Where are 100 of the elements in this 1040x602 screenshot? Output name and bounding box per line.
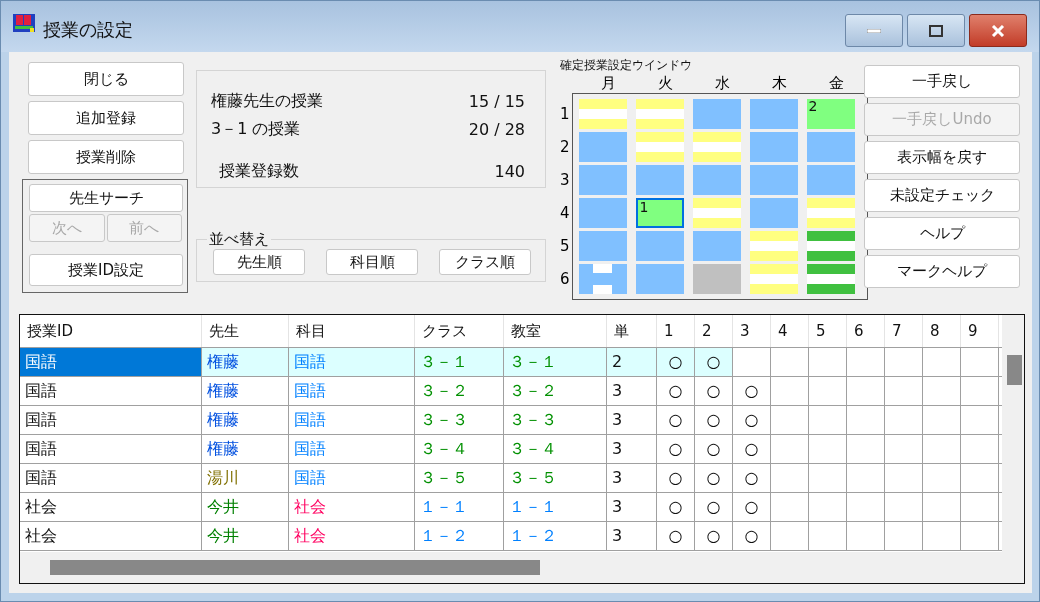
- subject-cell: 国語: [289, 348, 415, 376]
- column-header[interactable]: 5: [809, 315, 847, 347]
- units-cell: 3: [607, 406, 657, 434]
- column-header[interactable]: 1: [657, 315, 695, 347]
- striped-slot[interactable]: [635, 99, 684, 129]
- sort-button[interactable]: 科目順: [326, 249, 418, 275]
- action-button[interactable]: 一手戻し: [864, 65, 1020, 98]
- free-slot[interactable]: [578, 231, 627, 261]
- striped-slot[interactable]: [749, 264, 798, 294]
- column-header[interactable]: 教室: [504, 315, 607, 347]
- striped-slot[interactable]: [749, 231, 798, 261]
- id-cell[interactable]: 国語: [20, 464, 202, 492]
- day-label: 火: [656, 73, 674, 93]
- striped-slot[interactable]: [692, 198, 741, 228]
- mark-cell: ○: [695, 522, 733, 550]
- id-cell[interactable]: 国語: [20, 406, 202, 434]
- scrollbar-thumb[interactable]: [50, 560, 540, 575]
- maximize-button[interactable]: [907, 14, 965, 47]
- id-cell[interactable]: 社会: [20, 493, 202, 521]
- free-slot[interactable]: [749, 165, 798, 195]
- mark-cell: ○: [733, 435, 771, 463]
- striped-slot[interactable]: [692, 132, 741, 162]
- column-header[interactable]: 6: [847, 315, 885, 347]
- column-header[interactable]: 2: [695, 315, 733, 347]
- double-striped-slot[interactable]: [806, 264, 855, 294]
- id-cell[interactable]: 社会: [20, 522, 202, 550]
- day-label: 木: [770, 73, 788, 93]
- free-slot[interactable]: [806, 132, 855, 162]
- summary-value: 20 / 28: [468, 119, 525, 139]
- room-cell: ３－５: [504, 464, 607, 492]
- mark-cell: ○: [657, 522, 695, 550]
- free-slot[interactable]: [749, 198, 798, 228]
- free-slot[interactable]: [749, 132, 798, 162]
- striped-slot[interactable]: [635, 132, 684, 162]
- action-button[interactable]: 表示幅を戻す: [864, 141, 1020, 174]
- mark-cell: ○: [657, 435, 695, 463]
- subject-cell: 国語: [289, 377, 415, 405]
- free-slot[interactable]: [578, 198, 627, 228]
- action-button[interactable]: マークヘルプ: [864, 255, 1020, 288]
- action-button[interactable]: 授業削除: [28, 140, 184, 174]
- column-header[interactable]: 3: [733, 315, 771, 347]
- mark-cell: ○: [733, 493, 771, 521]
- action-button[interactable]: ヘルプ: [864, 217, 1020, 250]
- free-slot[interactable]: [635, 165, 684, 195]
- mark-cell: ○: [733, 522, 771, 550]
- teacher-cell: 権藤: [202, 406, 289, 434]
- free-slot[interactable]: [635, 231, 684, 261]
- teacher-cell: 今井: [202, 522, 289, 550]
- subject-cell: 国語: [289, 464, 415, 492]
- blocked-slot[interactable]: [692, 264, 741, 294]
- column-header[interactable]: 4: [771, 315, 809, 347]
- id-cell[interactable]: 国語: [20, 348, 202, 376]
- column-header[interactable]: 単: [607, 315, 657, 347]
- action-button[interactable]: 閉じる: [28, 62, 184, 96]
- fixed-slot[interactable]: 2: [806, 99, 855, 129]
- striped-slot[interactable]: [806, 198, 855, 228]
- free-slot[interactable]: [749, 99, 798, 129]
- teacher-search-button[interactable]: 先生サーチ: [29, 184, 183, 212]
- summary-value: 15 / 15: [468, 91, 525, 111]
- mark-cell: ○: [657, 464, 695, 492]
- free-slot[interactable]: [692, 99, 741, 129]
- column-header[interactable]: 先生: [202, 315, 289, 347]
- close-icon: [991, 24, 1005, 37]
- free-slot[interactable]: [692, 165, 741, 195]
- teacher-cell: 権藤: [202, 377, 289, 405]
- double-striped-slot[interactable]: [806, 231, 855, 261]
- sort-button[interactable]: クラス順: [439, 249, 531, 275]
- fixed-slot[interactable]: 1: [635, 198, 684, 228]
- column-header[interactable]: 7: [885, 315, 923, 347]
- subject-cell: 国語: [289, 435, 415, 463]
- scrollbar-thumb[interactable]: [1007, 355, 1022, 385]
- id-cell[interactable]: 国語: [20, 435, 202, 463]
- close-button[interactable]: [969, 14, 1027, 47]
- id-cell[interactable]: 国語: [20, 377, 202, 405]
- action-button[interactable]: 追加登録: [28, 101, 184, 135]
- mark-cell: ○: [695, 464, 733, 492]
- action-button[interactable]: 未設定チェック: [864, 179, 1020, 212]
- free-slot[interactable]: [806, 165, 855, 195]
- free-slot[interactable]: [578, 132, 627, 162]
- striped-slot[interactable]: [578, 99, 627, 129]
- day-label: 月: [599, 73, 617, 93]
- units-cell: 2: [607, 348, 657, 376]
- free-slot[interactable]: [578, 165, 627, 195]
- column-header[interactable]: 9: [961, 315, 999, 347]
- mark-cell: ○: [695, 493, 733, 521]
- column-header[interactable]: 8: [923, 315, 961, 347]
- mark-cell: ○: [733, 464, 771, 492]
- sort-button[interactable]: 先生順: [213, 249, 305, 275]
- column-header[interactable]: クラス: [415, 315, 504, 347]
- period-label: 3: [560, 170, 570, 191]
- id-setting-button[interactable]: 授業ID設定: [29, 254, 183, 286]
- column-header[interactable]: 科目: [289, 315, 415, 347]
- room-cell: ３－２: [504, 377, 607, 405]
- units-cell: 3: [607, 493, 657, 521]
- free-slot[interactable]: [635, 264, 684, 294]
- teacher-cell: 今井: [202, 493, 289, 521]
- column-header[interactable]: 授業ID: [20, 315, 202, 347]
- teacher-cell: 権藤: [202, 435, 289, 463]
- split-slot[interactable]: [578, 264, 627, 294]
- free-slot[interactable]: [692, 231, 741, 261]
